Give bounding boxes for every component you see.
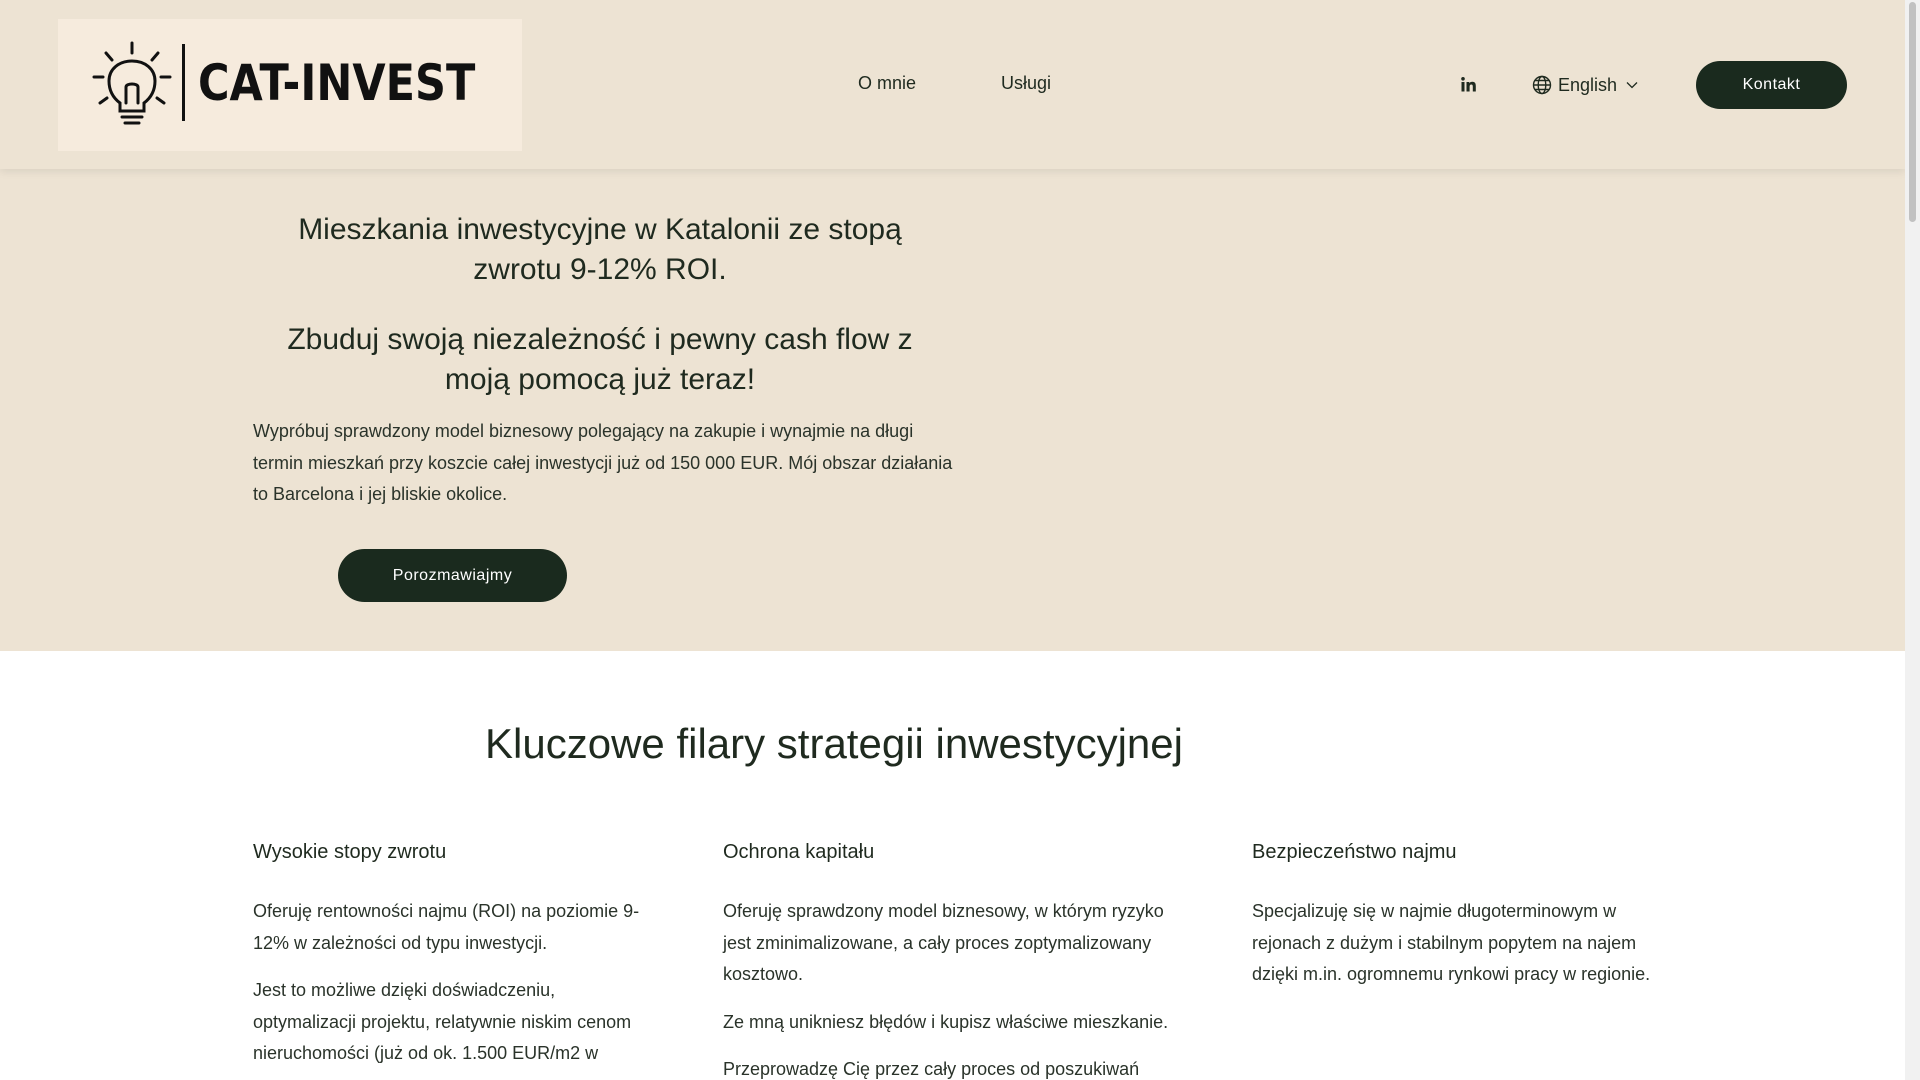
pillar-paragraph: Specjalizuję się w najmie długoterminowy…: [1252, 901, 1651, 984]
scrollbar-thumb[interactable]: [1909, 2, 1916, 222]
pillar-paragraph: Oferuję rentowności najmu (ROI) na pozio…: [253, 901, 640, 953]
pillar-paragraph: Przeprowadzę Cię przez cały proces od po…: [723, 1059, 1140, 1079]
pillar-heading: Ochrona kapitału: [723, 841, 875, 863]
nav-services[interactable]: Usługi: [1001, 73, 1051, 94]
pillar-heading: Wysokie stopy zwrotu: [253, 841, 447, 863]
hero-description: Wypróbuj sprawdzony model biznesowy pole…: [253, 421, 953, 504]
nav-about[interactable]: O mnie: [858, 73, 916, 94]
pillar-rental-security: Bezpieczeństwo najmu Specjalizuję się w …: [1252, 838, 1672, 1007]
site-header: CAT-INVEST O mnie Usługi English Kontakt: [0, 0, 1905, 169]
pillar-capital-protection: Ochrona kapitału Oferuję sprawdzony mode…: [723, 838, 1173, 1080]
logo-text: CAT-INVEST: [198, 54, 476, 112]
lightbulb-icon: [92, 41, 172, 125]
page: Mieszkania inwestycyjne w Katalonii ze s…: [0, 0, 1905, 1080]
globe-icon: [1532, 75, 1552, 95]
talk-button[interactable]: Porozmawiajmy: [338, 549, 567, 602]
chevron-down-icon: [1626, 82, 1638, 89]
hero-subtitle: Zbuduj swoją niezależność i pewny cash f…: [287, 323, 913, 396]
logo[interactable]: CAT-INVEST: [58, 19, 522, 151]
pillar-heading: Bezpieczeństwo najmu: [1252, 841, 1457, 863]
pillar-paragraph: Jest to możliwe dzięki doświadczeniu, op…: [253, 980, 632, 1063]
vertical-scrollbar[interactable]: [1905, 0, 1920, 1080]
language-selector[interactable]: English: [1532, 73, 1639, 97]
language-label: English: [1558, 74, 1618, 95]
pillar-high-returns: Wysokie stopy zwrotu Oferuję rentowności…: [253, 838, 643, 1080]
logo-divider: [182, 44, 185, 121]
linkedin-icon[interactable]: [1460, 76, 1477, 93]
contact-button[interactable]: Kontakt: [1696, 61, 1847, 109]
hero-title: Mieszkania inwestycyjne w Katalonii ze s…: [298, 213, 902, 286]
pillar-paragraph: Oferuję sprawdzony model biznesowy, w kt…: [723, 901, 1164, 984]
pillar-paragraph: Ze mną unikniesz błędów i kupisz właściw…: [723, 1011, 1169, 1032]
pillars-title: Kluczowe filary strategii inwestycyjnej: [485, 720, 1183, 767]
